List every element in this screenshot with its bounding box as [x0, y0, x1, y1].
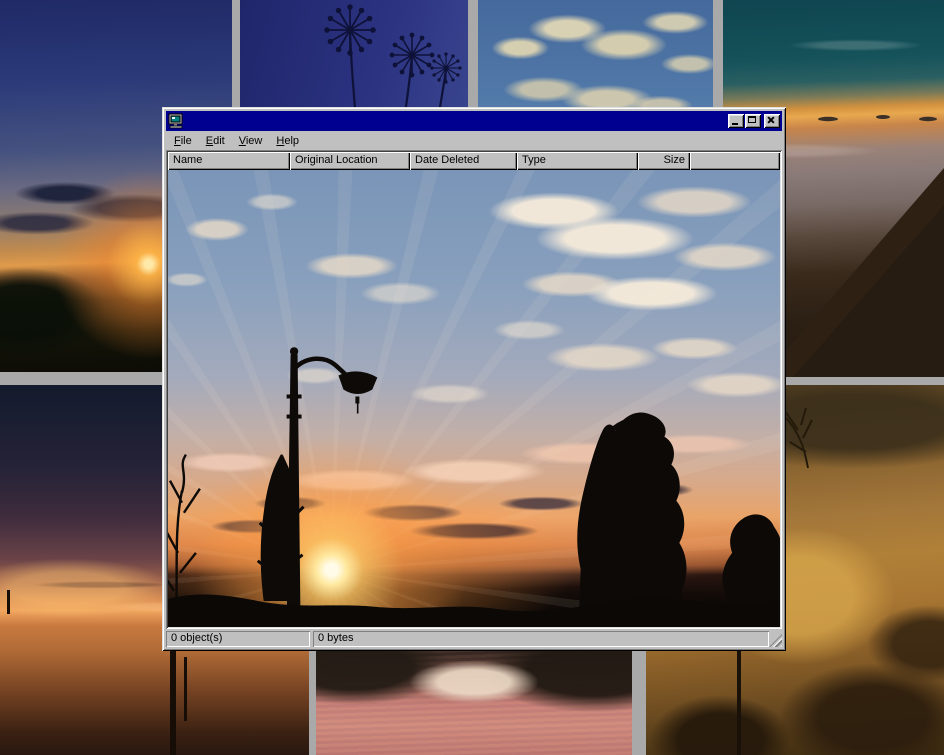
close-button[interactable] [764, 114, 780, 128]
column-header-original-location[interactable]: Original Location [290, 152, 410, 170]
desktop: File Edit View Help Name Original Locati… [0, 0, 944, 755]
column-header-size[interactable]: Size [638, 152, 690, 170]
status-bar: 0 object(s) 0 bytes [166, 631, 782, 647]
menu-help[interactable]: Help [269, 133, 306, 149]
maximize-icon [748, 116, 756, 123]
resize-grip[interactable] [769, 634, 782, 647]
column-header-type[interactable]: Type [517, 152, 638, 170]
file-list-view: Name Original Location Date Deleted Type… [166, 150, 782, 629]
minimize-icon [732, 123, 738, 125]
maximize-button[interactable] [745, 114, 761, 128]
water-pole [184, 657, 187, 721]
column-header-row: Name Original Location Date Deleted Type… [168, 152, 780, 170]
water-pole [7, 590, 10, 614]
system-menu-computer-icon[interactable] [168, 113, 184, 129]
silhouettes [168, 170, 780, 627]
menu-bar: File Edit View Help [166, 131, 782, 150]
water-pole [170, 645, 176, 755]
title-bar[interactable] [166, 111, 782, 131]
recycle-bin-window: File Edit View Help Name Original Locati… [162, 107, 786, 651]
column-header-name[interactable]: Name [168, 152, 290, 170]
menu-edit[interactable]: Edit [199, 133, 232, 149]
status-object-count: 0 object(s) [166, 631, 310, 647]
column-header-filler [690, 152, 780, 170]
menu-view[interactable]: View [232, 133, 270, 149]
status-byte-count: 0 bytes [313, 631, 769, 647]
column-header-date-deleted[interactable]: Date Deleted [410, 152, 517, 170]
menu-file[interactable]: File [167, 133, 199, 149]
file-list-area[interactable] [168, 170, 780, 627]
minimize-button[interactable] [728, 114, 744, 128]
